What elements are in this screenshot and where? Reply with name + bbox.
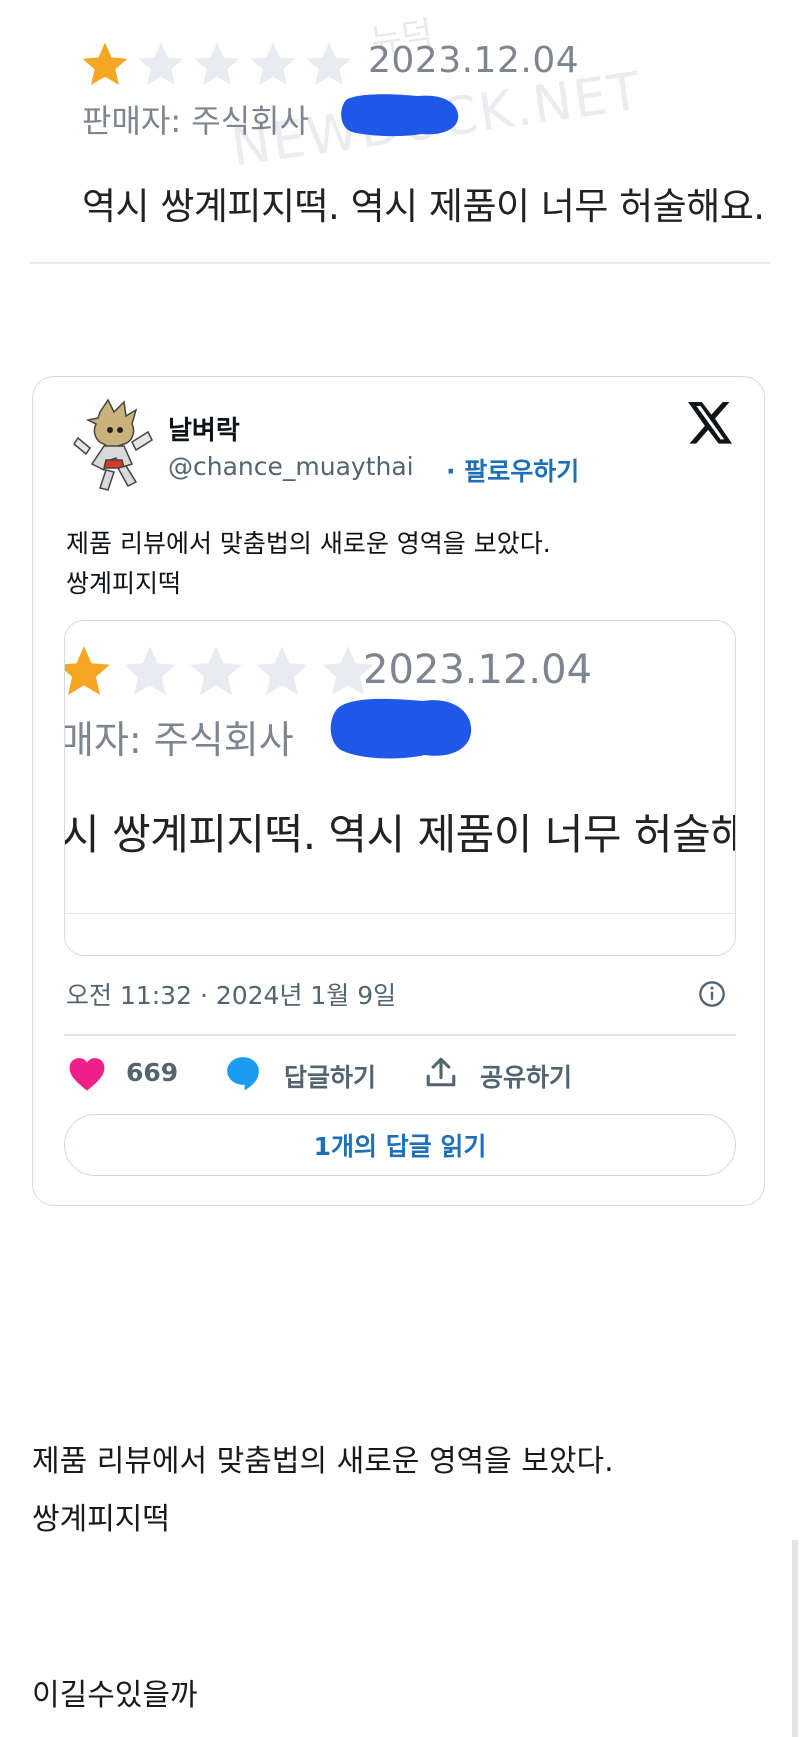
like-count[interactable]: 669 [126,1058,178,1087]
media-review-text: 시 쌍계피지떡. 역시 제품이 너무 허술해요 [64,810,736,859]
review-text: 역시 쌍계피지떡. 역시 제품이 너무 허술해요. [82,185,765,228]
tweet-timestamp[interactable]: 오전 11:32 · 2024년 1월 9일 [66,976,396,1012]
tweet-text: 쌍계피지떡 [66,569,182,598]
post-text-line: 제품 리뷰에서 맞춤법의 새로운 영역을 보았다. [32,1444,614,1479]
share-icon[interactable] [424,1054,458,1090]
star-icon [250,42,296,86]
media-seller-name: 매자: 주식회사 [64,718,294,762]
tweet-media-image[interactable]: 2023.12.04 매자: 주식회사 시 쌍계피지떡. 역시 제품이 너무 허… [64,620,736,956]
media-review-date: 2023.12.04 [363,647,593,693]
redaction-blob [330,698,472,759]
star-icon [190,646,242,695]
divider [65,913,735,914]
seller-name: 판매자: 주식회사 [82,102,310,140]
heart-icon[interactable] [68,1056,106,1092]
tweet-author-name[interactable]: 날벼락 [168,410,240,447]
post-text-line: 이길수있을까 [32,1678,198,1713]
review-date: 2023.12.04 [368,40,580,81]
tweet-author-handle[interactable]: @chance_muaythai [168,452,414,481]
avatar[interactable] [70,398,154,494]
star-icon [194,42,240,86]
x-logo-icon[interactable] [688,402,734,444]
divider [64,1034,736,1036]
post-text-line: 쌍계피지떡 [32,1502,170,1537]
star-rating [65,641,379,703]
redaction-blob [341,94,459,137]
share-button[interactable]: 공유하기 [480,1058,572,1094]
follow-link[interactable]: · 팔로우하기 [446,452,579,488]
reply-icon[interactable] [224,1054,262,1092]
star-icon [256,646,308,695]
reply-button[interactable]: 답글하기 [284,1058,376,1094]
star-icon [124,646,176,695]
scrollbar[interactable] [792,1540,798,1737]
star-icon [138,42,184,86]
info-icon[interactable] [698,980,726,1008]
star-icon [65,646,110,695]
divider [30,262,770,264]
star-rating [78,38,356,92]
tweet-text: 제품 리뷰에서 맞춤법의 새로운 영역을 보았다. [66,529,551,558]
star-icon [82,42,128,86]
read-replies-button[interactable]: 1개의 답글 읽기 [64,1114,736,1176]
star-icon [306,42,352,86]
